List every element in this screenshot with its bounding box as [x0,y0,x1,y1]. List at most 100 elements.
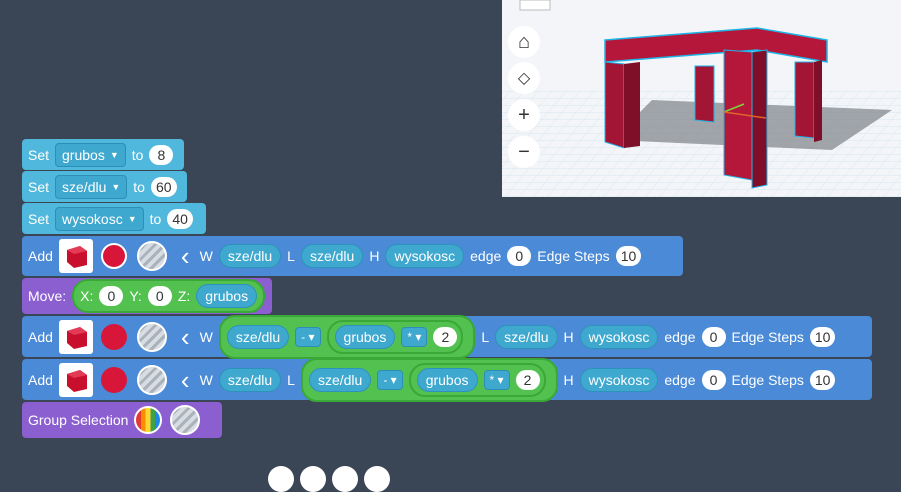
transparent-material-icon[interactable] [170,405,201,435]
y-label: Y: [129,288,142,304]
to-label: to [133,178,145,195]
toolbar-dot-1[interactable] [268,466,294,492]
transparent-material-icon[interactable] [136,364,167,395]
variable-name: sze/dlu [62,178,107,195]
group-selection-block[interactable]: Group Selection [22,402,222,438]
toolbar-dot-3[interactable] [332,466,358,492]
transparent-material-icon[interactable] [136,321,167,352]
x-input[interactable]: 0 [99,286,124,306]
height-var[interactable]: wysokosc [579,367,659,392]
toolbar-dot-4[interactable] [364,466,390,492]
variable-dropdown[interactable]: grubos ▼ [55,142,126,167]
nested-expression: grubos * ▾ 2 [408,362,546,397]
edge-steps-input[interactable]: 10 [809,369,836,390]
z-var[interactable]: grubos [196,284,258,308]
length-label: L [287,248,295,264]
toolbar-dot-2[interactable] [300,466,326,492]
operator-dropdown[interactable]: - ▾ [377,369,403,390]
length-var[interactable]: sze/dlu [300,244,364,268]
3d-viewport[interactable] [502,0,901,197]
edge-steps-label: Edge Steps [731,371,804,388]
add-box-block-2[interactable]: Add ‹ W sze/dlu - ▾ grubos * ▾ 2 L sze/d… [22,314,872,359]
edge-steps-input[interactable]: 10 [615,246,642,266]
height-label: H [563,328,574,345]
move-coordinates: X: 0 Y: 0 Z: grubos [72,279,266,313]
edge-label: edge [664,328,696,345]
height-var[interactable]: wysokosc [579,324,659,349]
edge-input[interactable]: 0 [701,326,726,347]
box-shape-icon[interactable] [58,239,93,273]
box-shape-icon[interactable] [58,319,93,354]
set-label: Set [28,178,50,195]
edge-steps-label: Edge Steps [731,328,804,345]
operator-dropdown[interactable]: * ▾ [401,326,428,347]
width-label: W [199,328,213,345]
length-label: L [287,371,295,388]
expr-var[interactable]: sze/dlu [308,367,372,392]
zoom-out-button[interactable]: − [508,136,540,168]
box-shape-icon[interactable] [58,362,93,397]
add-box-block-3[interactable]: Add ‹ W sze/dlu L sze/dlu - ▾ grubos * ▾… [22,357,872,402]
edge-label: edge [470,248,502,264]
chevron-down-icon: ▼ [111,181,121,192]
edge-input[interactable]: 0 [507,246,532,266]
width-expression: sze/dlu - ▾ grubos * ▾ 2 [218,314,476,359]
expr-var[interactable]: sze/dlu [226,324,290,349]
operator-dropdown[interactable]: * ▾ [483,369,510,390]
fit-view-icon[interactable]: ◇ [508,62,540,94]
table-model [502,0,901,197]
edge-label: edge [664,371,696,388]
home-view-icon[interactable]: ⌂ [508,26,540,58]
group-selection-label: Group Selection [28,412,129,428]
expr-number[interactable]: 2 [515,369,540,390]
height-var[interactable]: wysokosc [385,244,465,268]
zoom-in-button[interactable]: + [508,99,540,131]
add-box-block-1[interactable]: Add ‹ W sze/dlu L sze/dlu H wysokosc edg… [22,236,683,276]
variable-dropdown[interactable]: sze/dlu ▼ [55,174,128,199]
chevron-left-icon[interactable]: ‹ [181,324,190,350]
expr-var[interactable]: grubos [334,324,396,349]
height-label: H [369,248,380,264]
operator-dropdown[interactable]: - ▾ [295,326,321,347]
color-swatch-red[interactable] [100,323,127,350]
chevron-left-icon[interactable]: ‹ [181,243,190,269]
x-label: X: [80,288,94,304]
add-label: Add [28,328,53,345]
set-label: Set [28,210,50,227]
edge-steps-input[interactable]: 10 [809,326,836,347]
variable-name: grubos [62,146,105,163]
value-input[interactable]: 8 [149,144,174,165]
color-swatch-red[interactable] [100,243,127,269]
width-label: W [199,371,213,388]
value-input[interactable]: 60 [150,176,177,197]
expr-number[interactable]: 2 [433,326,458,347]
width-var[interactable]: sze/dlu [218,367,282,392]
length-var[interactable]: sze/dlu [495,324,558,349]
y-input[interactable]: 0 [147,286,172,306]
to-label: to [131,146,144,163]
z-label: Z: [177,288,191,304]
set-block-sze-dlu[interactable]: Set sze/dlu ▼ to 60 [22,171,187,202]
chevron-left-icon[interactable]: ‹ [181,367,190,393]
variable-dropdown[interactable]: wysokosc ▼ [55,206,144,231]
multicolor-icon[interactable] [134,406,163,434]
chevron-down-icon: ▼ [127,213,137,224]
add-label: Add [28,248,53,264]
set-block-grubos[interactable]: Set grubos ▼ to 8 [22,139,184,170]
edge-steps-label: Edge Steps [537,248,610,264]
value-input[interactable]: 40 [167,208,193,229]
nested-expression: grubos * ▾ 2 [326,319,464,354]
color-swatch-red[interactable] [100,366,127,393]
add-label: Add [28,371,53,388]
width-var[interactable]: sze/dlu [218,244,282,268]
length-expression: sze/dlu - ▾ grubos * ▾ 2 [300,357,558,402]
edge-input[interactable]: 0 [701,369,726,390]
chevron-down-icon: ▼ [109,149,119,160]
expr-var[interactable]: grubos [416,367,478,392]
length-label: L [481,328,490,345]
to-label: to [149,210,162,227]
set-block-wysokosc[interactable]: Set wysokosc ▼ to 40 [22,203,206,234]
height-label: H [563,371,574,388]
transparent-material-icon[interactable] [136,241,167,271]
move-block[interactable]: Move: X: 0 Y: 0 Z: grubos [22,278,272,314]
